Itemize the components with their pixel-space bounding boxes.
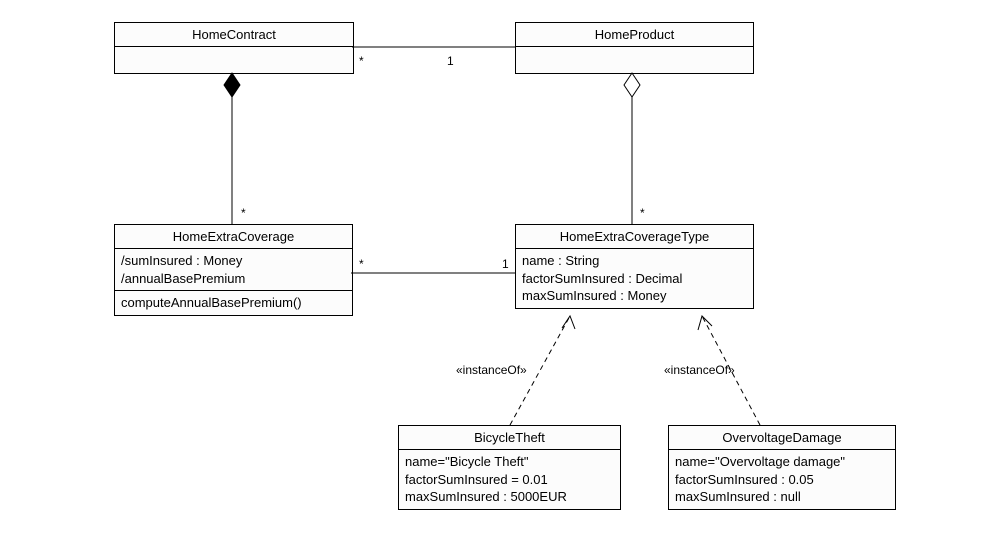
class-body <box>516 47 753 73</box>
attr: factorSumInsured : Decimal <box>522 270 747 288</box>
class-title: HomeExtraCoverage <box>115 225 352 249</box>
attr: name : String <box>522 252 747 270</box>
class-title: HomeExtraCoverageType <box>516 225 753 249</box>
class-title: HomeProduct <box>516 23 753 47</box>
aggregation-diamond-icon <box>624 73 640 97</box>
attr: name="Overvoltage damage" <box>675 453 889 471</box>
class-title: BicycleTheft <box>399 426 620 450</box>
mult-label: * <box>241 206 246 220</box>
attr: factorSumInsured : 0.05 <box>675 471 889 489</box>
mult-label: 1 <box>502 257 509 271</box>
attr: maxSumInsured : null <box>675 488 889 506</box>
arrowhead-icon <box>698 316 712 330</box>
operations: computeAnnualBasePremium() <box>115 291 352 315</box>
class-overvoltage-damage: OvervoltageDamage name="Overvoltage dama… <box>668 425 896 510</box>
attr: maxSumInsured : Money <box>522 287 747 305</box>
attr: factorSumInsured = 0.01 <box>405 471 614 489</box>
attributes: name="Overvoltage damage" factorSumInsur… <box>669 450 895 509</box>
mult-label: 1 <box>447 54 454 68</box>
attributes: name : String factorSumInsured : Decimal… <box>516 249 753 308</box>
composition-diamond-icon <box>224 73 240 97</box>
attributes: name="Bicycle Theft" factorSumInsured = … <box>399 450 620 509</box>
stereotype-label: «instanceOf» <box>664 363 735 377</box>
attr: /annualBasePremium <box>121 270 346 288</box>
attr: /sumInsured : Money <box>121 252 346 270</box>
stereotype-label: «instanceOf» <box>456 363 527 377</box>
mult-label: * <box>359 257 364 271</box>
class-body <box>115 47 353 73</box>
class-bicycle-theft: BicycleTheft name="Bicycle Theft" factor… <box>398 425 621 510</box>
mult-label: * <box>640 206 645 220</box>
class-title: OvervoltageDamage <box>669 426 895 450</box>
class-home-contract: HomeContract <box>114 22 354 74</box>
attr: maxSumInsured : 5000EUR <box>405 488 614 506</box>
class-home-extra-coverage: HomeExtraCoverage /sumInsured : Money /a… <box>114 224 353 316</box>
class-title: HomeContract <box>115 23 353 47</box>
class-home-extra-coverage-type: HomeExtraCoverageType name : String fact… <box>515 224 754 309</box>
attributes: /sumInsured : Money /annualBasePremium <box>115 249 352 291</box>
arrowhead-icon <box>562 316 575 329</box>
op: computeAnnualBasePremium() <box>121 294 346 312</box>
mult-label: * <box>359 54 364 68</box>
attr: name="Bicycle Theft" <box>405 453 614 471</box>
uml-canvas: HomeContract HomeProduct HomeExtraCovera… <box>0 0 987 554</box>
class-home-product: HomeProduct <box>515 22 754 74</box>
